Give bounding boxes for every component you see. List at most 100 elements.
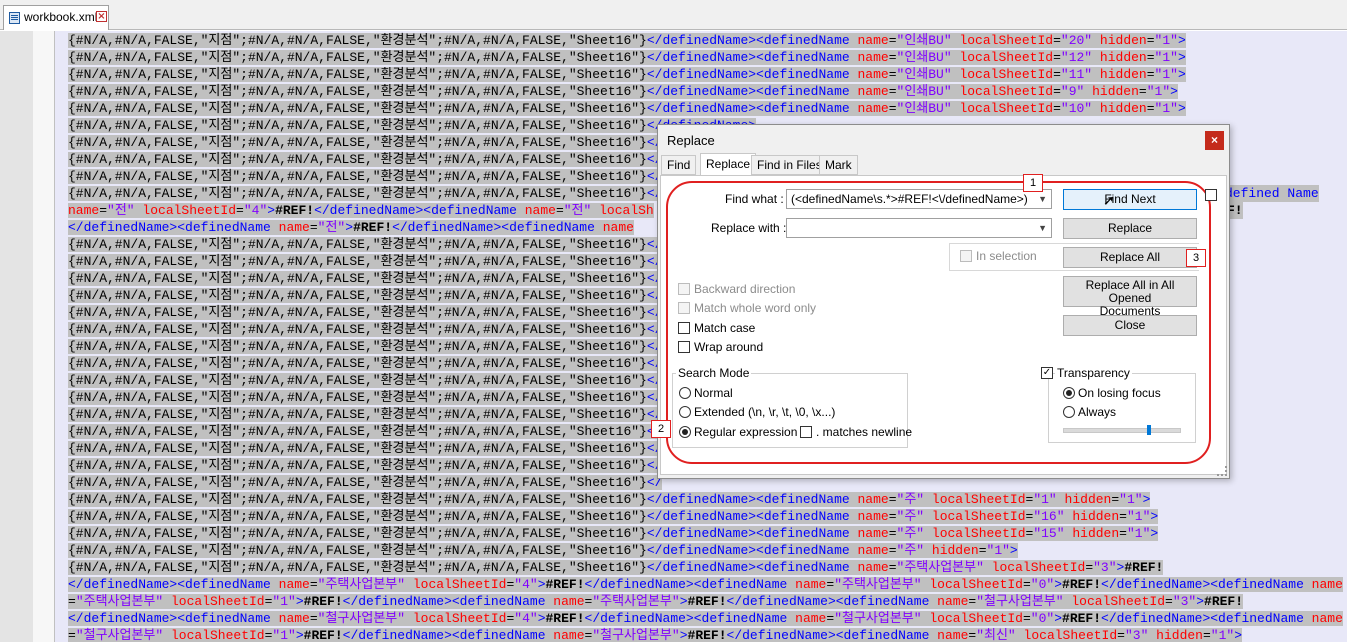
code-token: > <box>1177 67 1186 82</box>
code-token: </definedName><definedName <box>314 203 525 218</box>
code-token: name <box>857 101 889 116</box>
code-token: = <box>1146 50 1155 65</box>
code-token: name <box>857 33 889 48</box>
code-token: </definedName><definedName <box>726 594 938 609</box>
code-token: "주" <box>896 526 925 541</box>
code-token: {#N/A,#N/A,FALSE,"지점";#N/A,#N/A,FALSE,"환… <box>68 475 647 490</box>
selected-text: {#N/A,#N/A,FALSE,"지점";#N/A,#N/A,FALSE,"환… <box>68 101 1186 116</box>
code-token: "15" <box>1033 526 1065 541</box>
selected-text: {#N/A,#N/A,FALSE,"지점";#N/A,#N/A,FALSE,"환… <box>68 390 663 405</box>
code-token: {#N/A,#N/A,FALSE,"지점";#N/A,#N/A,FALSE,"환… <box>68 441 647 456</box>
code-line: </definedName><definedName name="주택사업본부"… <box>68 576 1343 593</box>
code-token: hidden <box>1092 33 1147 48</box>
code-token: "10" <box>1060 101 1093 116</box>
code-token: hidden <box>1092 67 1147 82</box>
code-line: {#N/A,#N/A,FALSE,"지점";#N/A,#N/A,FALSE,"환… <box>68 457 663 474</box>
code-line: ="주택사업본부" localSheetId="1">#REF!</define… <box>68 593 1244 610</box>
annotation-badge-2: 2 <box>651 420 671 438</box>
file-icon <box>9 12 20 24</box>
code-token: {#N/A,#N/A,FALSE,"지점";#N/A,#N/A,FALSE,"환… <box>68 288 647 303</box>
code-token: "4" <box>243 203 268 218</box>
code-token: </definedName><definedName <box>68 611 279 626</box>
code-token: > <box>1009 543 1018 558</box>
code-token: > <box>1177 50 1186 65</box>
code-token: = <box>1053 50 1061 65</box>
selected-text: {#N/A,#N/A,FALSE,"지점";#N/A,#N/A,FALSE,"환… <box>68 305 663 320</box>
code-token: {#N/A,#N/A,FALSE,"지점";#N/A,#N/A,FALSE,"환… <box>68 543 647 558</box>
code-token: localSheetId <box>951 67 1054 82</box>
selected-text: {#N/A,#N/A,FALSE,"지점";#N/A,#N/A,FALSE,"환… <box>68 339 663 354</box>
selected-text: {#N/A,#N/A,FALSE,"지점";#N/A,#N/A,FALSE,"환… <box>68 543 1018 558</box>
code-line: {#N/A,#N/A,FALSE,"지점";#N/A,#N/A,FALSE,"환… <box>68 542 1018 559</box>
code-token: = <box>1146 67 1155 82</box>
code-token: #REF! <box>353 220 393 235</box>
code-line: {#N/A,#N/A,FALSE,"지점";#N/A,#N/A,FALSE,"환… <box>68 117 757 134</box>
code-token: {#N/A,#N/A,FALSE,"지점";#N/A,#N/A,FALSE,"환… <box>68 424 647 439</box>
code-token: = <box>1146 33 1155 48</box>
code-token: = <box>1053 67 1061 82</box>
code-token: name <box>857 67 889 82</box>
code-token: = <box>1146 101 1155 116</box>
code-token: = <box>309 220 318 235</box>
code-token: </definedName><definedName <box>726 628 938 642</box>
code-token: "9" <box>1060 84 1085 99</box>
code-line: {#N/A,#N/A,FALSE,"지점";#N/A,#N/A,FALSE,"환… <box>68 100 1186 117</box>
code-token: localSheetId <box>921 577 1023 592</box>
code-token: "1" <box>1119 492 1143 507</box>
code-token: name <box>795 611 827 626</box>
code-token: "16" <box>1033 509 1065 524</box>
code-token: localSheetId <box>924 526 1026 541</box>
selected-text: </definedName><definedName name="철구사업본부"… <box>68 611 1343 626</box>
code-token: = <box>978 543 987 558</box>
close-tab-icon[interactable]: × <box>96 11 107 22</box>
code-token: "1" <box>1126 526 1151 541</box>
file-tab-workbook[interactable]: workbook.xml × <box>3 5 109 30</box>
code-line: {#N/A,#N/A,FALSE,"지점";#N/A,#N/A,FALSE,"환… <box>68 185 663 202</box>
code-token: {#N/A,#N/A,FALSE,"지점";#N/A,#N/A,FALSE,"환… <box>68 322 647 337</box>
code-token: localSheetId <box>924 509 1026 524</box>
code-token: hidden <box>1056 492 1112 507</box>
code-token: = <box>888 543 897 558</box>
code-token: name <box>1311 577 1343 592</box>
code-token: "1" <box>1154 50 1178 65</box>
code-token: "인쇄BU" <box>896 101 952 116</box>
resize-grip[interactable] <box>1217 466 1227 476</box>
code-token: = <box>309 577 318 592</box>
code-token: {#N/A,#N/A,FALSE,"지점";#N/A,#N/A,FALSE,"환… <box>68 492 647 507</box>
code-token: hidden <box>1092 50 1147 65</box>
code-token: hidden <box>1084 84 1139 99</box>
code-token: localSheetId <box>951 33 1054 48</box>
code-line: {#N/A,#N/A,FALSE,"지점";#N/A,#N/A,FALSE,"환… <box>68 134 663 151</box>
code-token: </definedName><definedName <box>68 577 279 592</box>
code-token: = <box>1022 611 1031 626</box>
selected-text: {#N/A,#N/A,FALSE,"지점";#N/A,#N/A,FALSE,"환… <box>68 33 1186 48</box>
code-token: "3" <box>1172 594 1197 609</box>
code-token: "인쇄BU" <box>896 50 952 65</box>
code-token: localSheetId <box>163 594 265 609</box>
code-token: = <box>888 67 897 82</box>
code-line: {#N/A,#N/A,FALSE,"지점";#N/A,#N/A,FALSE,"환… <box>68 236 663 253</box>
code-token: {#N/A,#N/A,FALSE,"지점";#N/A,#N/A,FALSE,"환… <box>68 118 647 133</box>
code-token: = <box>888 526 897 541</box>
code-token: {#N/A,#N/A,FALSE,"지점";#N/A,#N/A,FALSE,"환… <box>68 169 647 184</box>
mouse-cursor-icon: ➚ <box>1103 193 1115 209</box>
tab-find-in-files[interactable]: Find in Files <box>751 155 828 175</box>
code-token: = <box>1202 628 1211 642</box>
code-token: {#N/A,#N/A,FALSE,"지점";#N/A,#N/A,FALSE,"환… <box>68 390 647 405</box>
code-token: = <box>888 560 897 575</box>
code-line: {#N/A,#N/A,FALSE,"지점";#N/A,#N/A,FALSE,"환… <box>68 355 663 372</box>
dialog-close-button[interactable]: × <box>1205 131 1224 150</box>
tab-replace[interactable]: Replace <box>700 153 757 176</box>
code-line: {#N/A,#N/A,FALSE,"지점";#N/A,#N/A,FALSE,"환… <box>68 474 663 491</box>
code-token: "4" <box>514 611 538 626</box>
code-token: hidden <box>1064 509 1120 524</box>
code-token: #REF! <box>275 203 315 218</box>
code-token: "11" <box>1060 67 1093 82</box>
selected-text: {#N/A,#N/A,FALSE,"지점";#N/A,#N/A,FALSE,"환… <box>68 492 1151 507</box>
code-token: {#N/A,#N/A,FALSE,"지점";#N/A,#N/A,FALSE,"환… <box>68 33 647 48</box>
tab-mark[interactable]: Mark <box>819 155 858 175</box>
code-token: "인쇄BU" <box>896 33 952 48</box>
code-token: localSheetId <box>983 560 1086 575</box>
code-token: #REF! <box>545 577 585 592</box>
tab-find[interactable]: Find <box>661 155 697 175</box>
